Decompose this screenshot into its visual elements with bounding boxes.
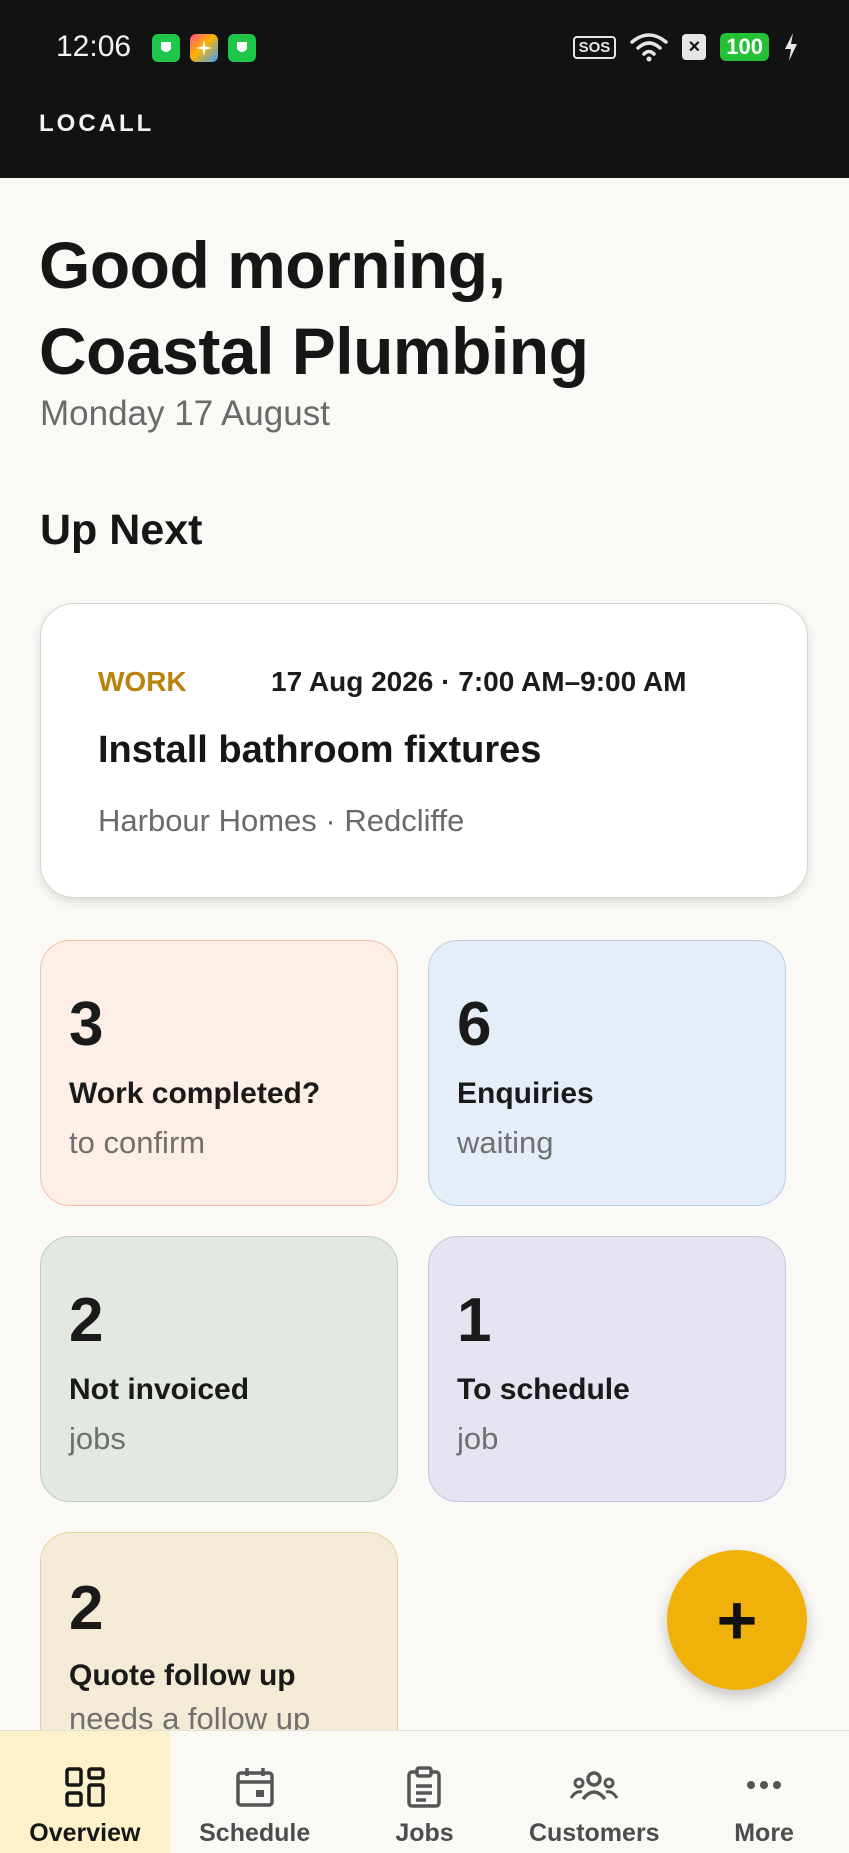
stat-label: Quote follow up: [69, 1659, 296, 1692]
stat-sublabel: jobs: [69, 1421, 126, 1456]
clipboard-icon: [407, 1766, 442, 1808]
calendar-icon: [235, 1768, 274, 1807]
greeting-line-2: Coastal Plumbing: [39, 314, 589, 388]
stat-count: 3: [69, 990, 104, 1059]
job-datetime: 17 Aug 2026 · 7:00 AM–9:00 AM: [271, 666, 687, 697]
stat-card-enquiries[interactable]: 6 Enquiries waiting: [428, 940, 786, 1206]
stat-card-not-invoiced[interactable]: 2 Not invoiced jobs: [40, 1236, 398, 1502]
app-notification-icon: [228, 34, 256, 62]
stat-label: Work completed?: [69, 1077, 321, 1110]
stat-label: Not invoiced: [69, 1373, 250, 1406]
stat-count: 1: [457, 1286, 492, 1355]
nav-item-jobs[interactable]: Jobs: [340, 1731, 510, 1853]
stat-sublabel: job: [457, 1421, 499, 1456]
status-indicators: SOS × 100: [572, 32, 799, 62]
sos-indicator: SOS: [572, 35, 617, 59]
nav-label: More: [734, 1819, 794, 1847]
wifi-icon: [630, 33, 669, 62]
plus-icon: +: [716, 1581, 758, 1659]
app-brand: LOCALL: [39, 110, 155, 137]
nav-label: Jobs: [395, 1819, 454, 1847]
job-customer-location: Harbour Homes · Redcliffe: [98, 803, 465, 838]
nav-label: Schedule: [199, 1819, 311, 1847]
job-title: Install bathroom fixtures: [98, 729, 542, 771]
stat-sublabel: to confirm: [69, 1125, 206, 1160]
stat-count: 2: [69, 1286, 104, 1355]
grid-icon: [65, 1767, 105, 1807]
nav-item-schedule[interactable]: Schedule: [170, 1731, 340, 1853]
nav-item-customers[interactable]: Customers: [509, 1731, 679, 1853]
job-type-tag: WORK: [98, 666, 187, 697]
notification-icons: [152, 34, 256, 62]
stat-count: 2: [69, 1574, 104, 1643]
date-subtitle: Monday 17 August: [40, 394, 330, 433]
stat-card-work-completed[interactable]: 3 Work completed? to confirm: [40, 940, 398, 1206]
nav-item-overview[interactable]: Overview: [0, 1731, 170, 1853]
stat-card-quote-follow-up[interactable]: 2 Quote follow up needs a follow up: [40, 1532, 398, 1752]
up-next-title: Up Next: [40, 506, 203, 554]
bottom-navigation: Overview Schedule Jobs Customers More: [0, 1730, 849, 1853]
greeting-heading: Good morning, Coastal Plumbing: [39, 222, 589, 394]
stat-sublabel: waiting: [457, 1125, 554, 1160]
people-icon: [570, 1771, 619, 1801]
more-dots-icon: [747, 1781, 782, 1789]
stat-card-to-schedule[interactable]: 1 To schedule job: [428, 1236, 786, 1502]
battery-indicator: 100: [720, 33, 769, 61]
stat-label: Enquiries: [457, 1077, 594, 1110]
app-notification-icon: [152, 34, 180, 62]
up-next-job-card[interactable]: WORK 17 Aug 2026 · 7:00 AM–9:00 AM Insta…: [40, 603, 808, 898]
nav-label: Overview: [29, 1819, 141, 1847]
add-button[interactable]: +: [667, 1550, 807, 1690]
stat-label: To schedule: [457, 1373, 630, 1406]
status-time: 12:06: [56, 30, 132, 63]
charging-icon: [785, 33, 797, 61]
status-bar: 12:06 SOS × 100 LOCALL: [0, 0, 849, 178]
stat-count: 6: [457, 990, 492, 1059]
photos-notification-icon: [190, 34, 218, 62]
nav-item-more[interactable]: More: [679, 1731, 849, 1853]
greeting-line-1: Good morning,: [39, 228, 506, 302]
no-sim-icon: ×: [682, 34, 707, 60]
nav-label: Customers: [528, 1819, 660, 1847]
